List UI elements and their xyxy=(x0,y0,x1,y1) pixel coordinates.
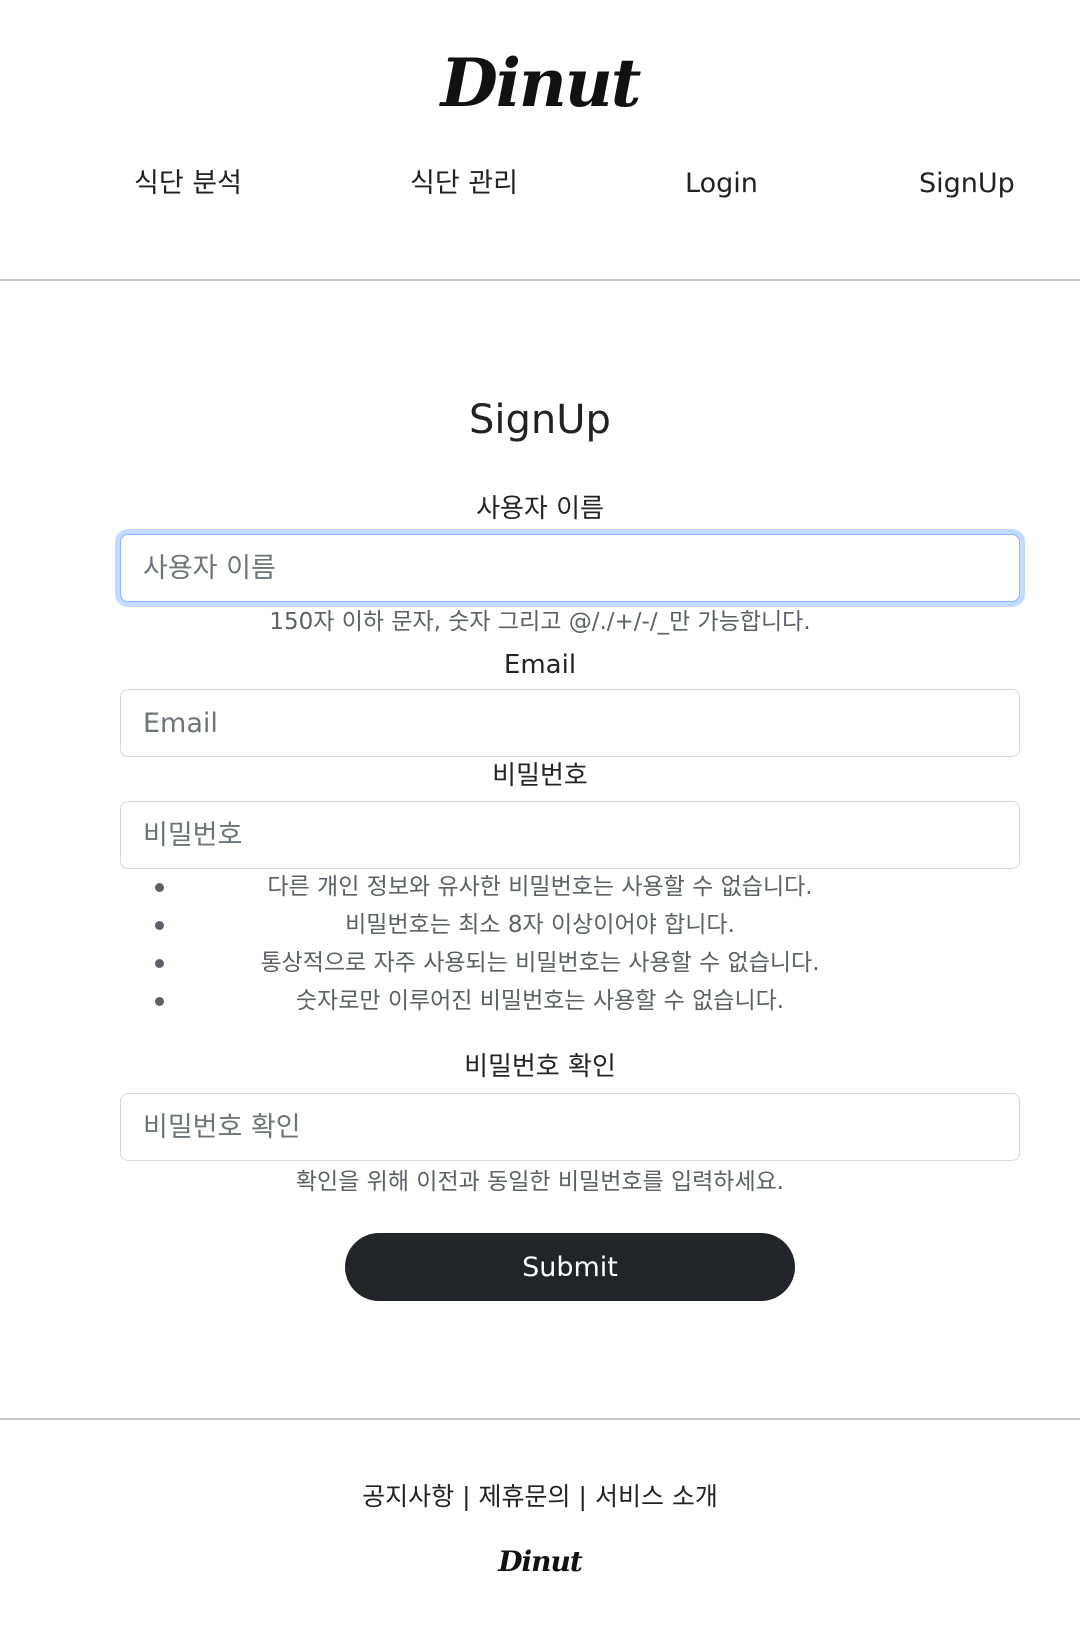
password-confirm-help-text: 확인을 위해 이전과 동일한 비밀번호를 입력하세요. xyxy=(295,1169,785,1195)
submit-button[interactable]: Submit xyxy=(345,1233,795,1301)
password-confirm-input[interactable] xyxy=(120,1093,1020,1161)
password-label: 비밀번호 xyxy=(492,761,588,791)
password-rule-text: 비밀번호는 최소 8자 이상이어야 합니다. xyxy=(345,912,735,938)
password-rule-text: 숫자로만 이루어진 비밀번호는 사용할 수 없습니다. xyxy=(295,988,785,1014)
password-rule: 통상적으로 자주 사용되는 비밀번호는 사용할 수 없습니다. xyxy=(0,944,1080,982)
footer-links: 공지사항 | 제휴문의 | 서비스 소개 xyxy=(0,1480,1080,1514)
password-rule: 비밀번호는 최소 8자 이상이어야 합니다. xyxy=(0,906,1080,944)
password-rule-text: 통상적으로 자주 사용되는 비밀번호는 사용할 수 없습니다. xyxy=(260,950,820,976)
footer-separator: | xyxy=(462,1482,471,1511)
bullet-icon xyxy=(155,921,164,930)
password-rule-text: 다른 개인 정보와 유사한 비밀번호는 사용할 수 없습니다. xyxy=(267,874,813,900)
nav-item-login[interactable]: Login xyxy=(685,166,758,202)
site-footer: 공지사항 | 제휴문의 | 서비스 소개 Dinut xyxy=(0,1418,1080,1630)
footer-link-notice[interactable]: 공지사항 xyxy=(362,1482,454,1511)
nav-item-diet-analysis[interactable]: 식단 분석 xyxy=(134,166,242,202)
footer-separator: | xyxy=(578,1482,587,1511)
email-label: Email xyxy=(503,650,577,680)
site-logo[interactable]: Dinut xyxy=(0,38,1080,128)
footer-link-partnership[interactable]: 제휴문의 xyxy=(479,1482,571,1511)
username-help-text: 150자 이하 문자, 숫자 그리고 @/./+/-/_만 가능합니다. xyxy=(269,609,811,635)
password-confirm-label: 비밀번호 확인 xyxy=(464,1052,616,1082)
password-input[interactable] xyxy=(120,801,1020,869)
nav-item-signup[interactable]: SignUp xyxy=(919,166,1015,202)
nav-item-diet-management[interactable]: 식단 관리 xyxy=(410,166,518,202)
site-header: Dinut 식단 분석 식단 관리 Login SignUp xyxy=(0,0,1080,281)
password-rule: 숫자로만 이루어진 비밀번호는 사용할 수 없습니다. xyxy=(0,982,1080,1020)
username-label: 사용자 이름 xyxy=(476,494,604,524)
username-input[interactable] xyxy=(120,534,1020,602)
footer-logo: Dinut xyxy=(498,1545,583,1578)
password-rules-list: 다른 개인 정보와 유사한 비밀번호는 사용할 수 없습니다. 비밀번호는 최소… xyxy=(0,868,1080,1020)
bullet-icon xyxy=(155,959,164,968)
page-title: SignUp xyxy=(469,397,611,443)
bullet-icon xyxy=(155,997,164,1006)
bullet-icon xyxy=(155,883,164,892)
footer-link-about[interactable]: 서비스 소개 xyxy=(595,1482,718,1511)
email-input[interactable] xyxy=(120,689,1020,757)
password-rule: 다른 개인 정보와 유사한 비밀번호는 사용할 수 없습니다. xyxy=(0,868,1080,906)
